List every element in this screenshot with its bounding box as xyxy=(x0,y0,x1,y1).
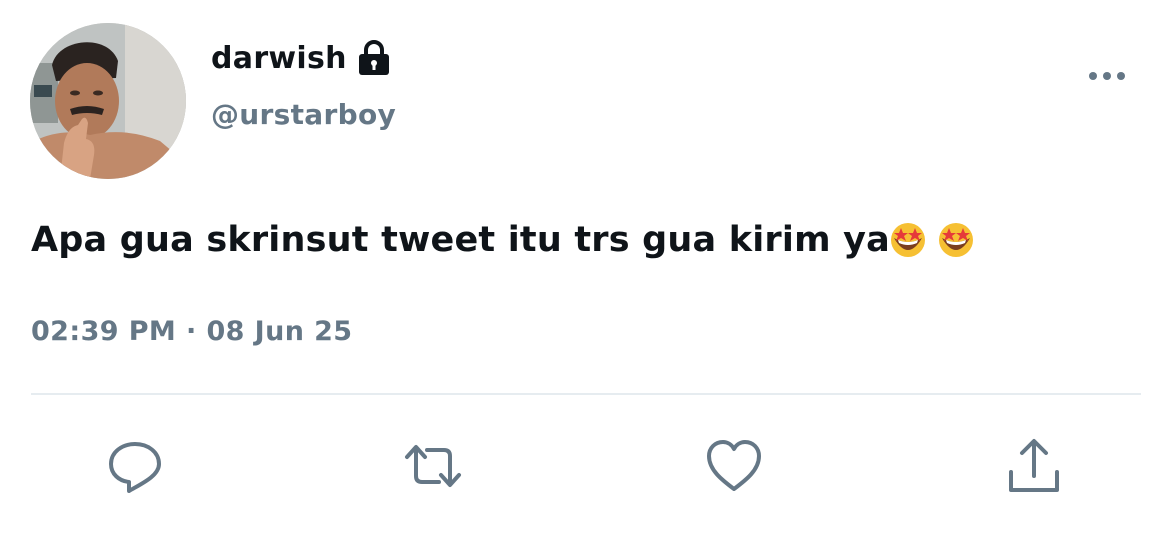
retweet-button[interactable] xyxy=(401,434,465,498)
tweet-body: Apa gua skrinsut tweet itu trs gua kirim… xyxy=(31,220,890,260)
reply-icon xyxy=(109,442,161,493)
profile-photo xyxy=(30,23,186,179)
author-handle[interactable]: @urstarboy xyxy=(211,98,396,131)
divider xyxy=(31,393,1141,395)
avatar[interactable] xyxy=(30,23,186,179)
tweet-timestamp[interactable]: 02:39 PM · 08 Jun 25 xyxy=(31,316,353,347)
star-struck-emoji xyxy=(938,223,973,257)
share-icon xyxy=(1009,439,1059,492)
retweet-icon xyxy=(405,445,461,487)
lock-icon xyxy=(358,40,389,75)
like-button[interactable] xyxy=(702,434,766,498)
author-name-row[interactable]: darwish xyxy=(211,40,391,76)
display-name[interactable]: darwish xyxy=(211,41,347,76)
reply-button[interactable] xyxy=(103,434,167,498)
share-button[interactable] xyxy=(1002,434,1066,498)
like-icon xyxy=(707,440,761,491)
more-icon[interactable] xyxy=(1087,66,1127,86)
star-struck-emoji xyxy=(890,223,925,257)
tweet-text: Apa gua skrinsut tweet itu trs gua kirim… xyxy=(31,220,974,260)
